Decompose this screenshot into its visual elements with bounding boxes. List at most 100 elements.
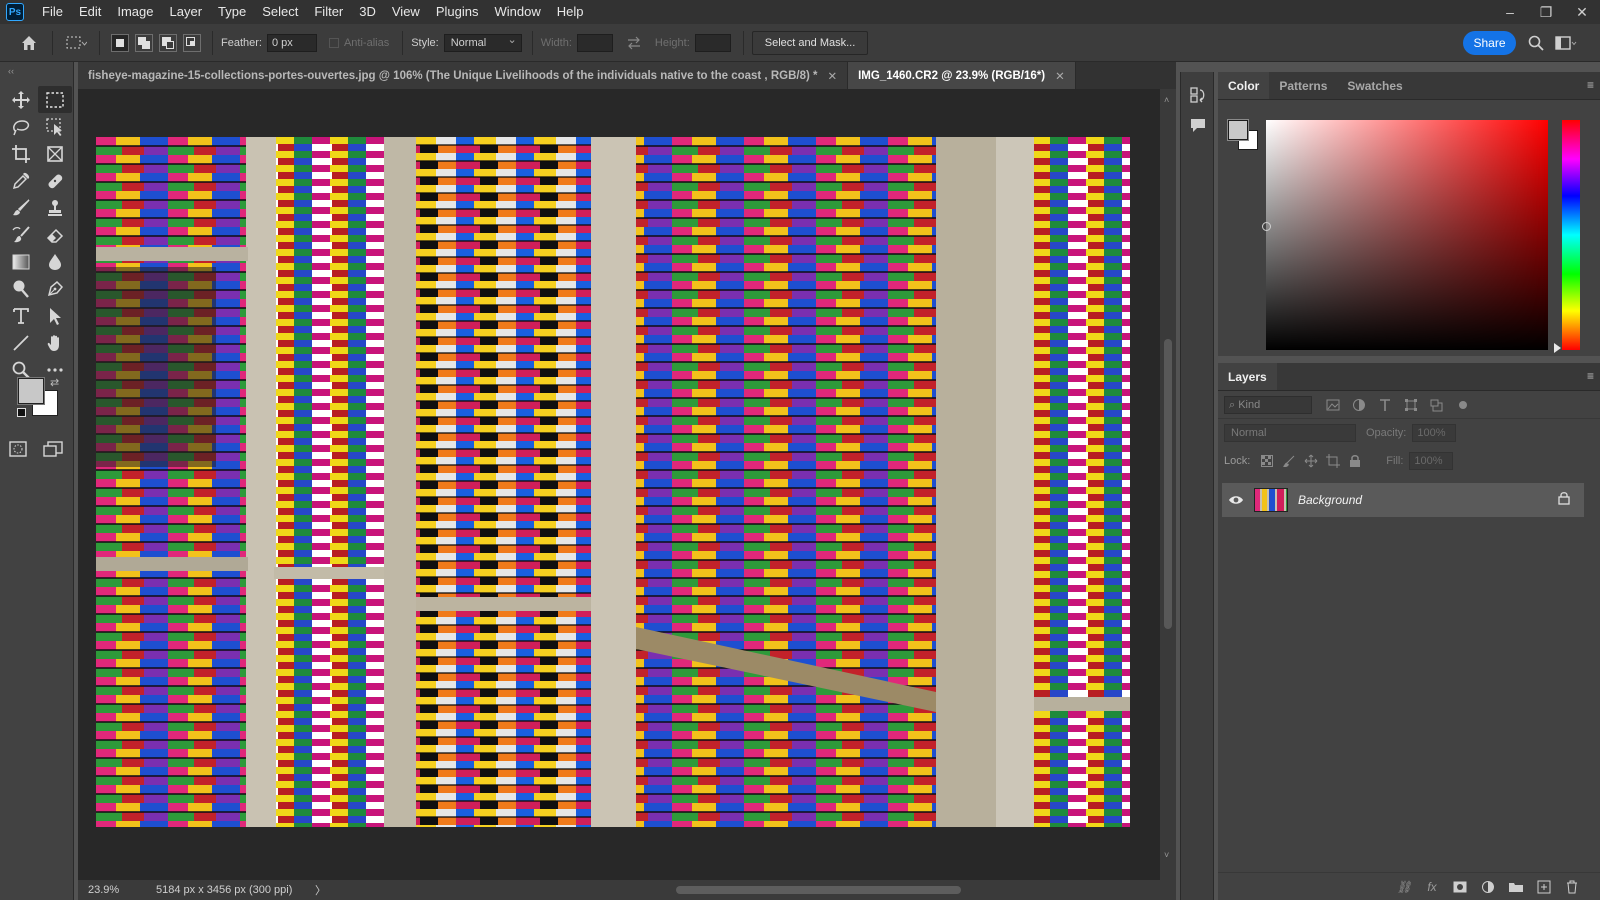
menu-file[interactable]: File xyxy=(34,0,71,24)
layer-name[interactable]: Background xyxy=(1298,493,1362,507)
minimize-button[interactable]: – xyxy=(1492,0,1528,24)
document-image[interactable] xyxy=(96,137,1130,827)
type-tool-icon[interactable] xyxy=(4,302,38,329)
gradient-tool-icon[interactable] xyxy=(4,248,38,275)
lock-image-pixels-icon[interactable] xyxy=(1278,451,1300,471)
path-selection-tool-icon[interactable] xyxy=(38,302,72,329)
tab-color[interactable]: Color xyxy=(1218,72,1270,99)
saturation-brightness-field[interactable] xyxy=(1262,120,1548,350)
menu-filter[interactable]: Filter xyxy=(306,0,351,24)
tab-img-1460[interactable]: IMG_1460.CR2 @ 23.9% (RGB/16*) ✕ xyxy=(848,62,1076,89)
menu-help[interactable]: Help xyxy=(549,0,592,24)
visibility-eye-icon[interactable] xyxy=(1222,494,1250,506)
line-tool-icon[interactable] xyxy=(4,329,38,356)
foreground-color-chip[interactable] xyxy=(1227,119,1249,141)
brush-tool-icon[interactable] xyxy=(4,194,38,221)
share-button[interactable]: Share xyxy=(1463,31,1516,55)
horizontal-scroll-thumb[interactable] xyxy=(676,886,961,894)
menu-type[interactable]: Type xyxy=(210,0,254,24)
eraser-tool-icon[interactable] xyxy=(38,221,72,248)
filter-toggle-icon[interactable] xyxy=(1450,394,1476,416)
menu-view[interactable]: View xyxy=(384,0,428,24)
tab-layers[interactable]: Layers xyxy=(1218,363,1277,390)
lock-position-icon[interactable] xyxy=(1300,451,1322,471)
new-selection-mode-icon[interactable] xyxy=(111,33,129,52)
tab-swatches[interactable]: Swatches xyxy=(1337,72,1412,99)
color-picker-cursor[interactable] xyxy=(1262,222,1271,231)
new-adjustment-layer-icon[interactable] xyxy=(1474,880,1502,894)
menu-window[interactable]: Window xyxy=(486,0,548,24)
anti-alias-checkbox[interactable] xyxy=(328,37,339,48)
frame-tool-icon[interactable] xyxy=(38,140,72,167)
width-input[interactable] xyxy=(576,33,613,52)
blend-mode-select[interactable]: Normal xyxy=(1224,424,1356,442)
close-tab-icon[interactable]: ✕ xyxy=(1055,69,1065,83)
hue-slider[interactable] xyxy=(1562,120,1580,350)
search-icon[interactable] xyxy=(1524,31,1548,55)
history-panel-icon[interactable] xyxy=(1181,80,1215,110)
subtract-from-selection-icon[interactable] xyxy=(159,33,177,52)
close-tab-icon[interactable]: ✕ xyxy=(827,69,837,83)
add-to-selection-icon[interactable] xyxy=(135,33,153,52)
filter-pixel-icon[interactable] xyxy=(1320,394,1346,416)
tab-fisheye-document[interactable]: fisheye-magazine-15-collections-portes-o… xyxy=(78,62,849,89)
foreground-color-swatch[interactable] xyxy=(17,377,45,405)
tab-patterns[interactable]: Patterns xyxy=(1269,72,1337,99)
menu-image[interactable]: Image xyxy=(109,0,161,24)
vertical-scrollbar[interactable]: ˄ ˅ xyxy=(1160,89,1176,880)
style-select[interactable]: Normal xyxy=(443,32,522,52)
history-brush-tool-icon[interactable] xyxy=(4,221,38,248)
scroll-down-icon[interactable]: ˅ xyxy=(1164,850,1169,860)
clone-stamp-tool-icon[interactable] xyxy=(38,194,72,221)
home-icon[interactable] xyxy=(14,28,44,58)
swap-colors-icon[interactable]: ⇄ xyxy=(50,376,59,389)
filter-kind-select[interactable]: ⌕ Kind xyxy=(1224,395,1312,414)
panel-menu-icon[interactable]: ≡ xyxy=(1587,369,1594,383)
canvas-area[interactable] xyxy=(78,89,1160,880)
fill-input[interactable]: 100% xyxy=(1409,452,1454,470)
feather-input[interactable]: 0 px xyxy=(266,33,317,52)
status-menu-arrow-icon[interactable]: 〉 xyxy=(315,882,326,898)
hue-slider-marker[interactable] xyxy=(1554,343,1561,353)
healing-brush-tool-icon[interactable] xyxy=(38,167,72,194)
eyedropper-tool-icon[interactable] xyxy=(4,167,38,194)
comments-panel-icon[interactable] xyxy=(1181,110,1215,140)
move-tool-icon[interactable] xyxy=(4,86,38,113)
menu-edit[interactable]: Edit xyxy=(71,0,109,24)
menu-3d[interactable]: 3D xyxy=(351,0,384,24)
lock-all-icon[interactable] xyxy=(1344,451,1366,471)
intersect-selection-icon[interactable] xyxy=(183,33,201,52)
lasso-tool-icon[interactable] xyxy=(4,113,38,140)
screen-mode-icon[interactable] xyxy=(42,440,64,461)
lock-transparent-pixels-icon[interactable] xyxy=(1256,451,1278,471)
restore-button[interactable]: ❐ xyxy=(1528,0,1564,24)
select-and-mask-button[interactable]: Select and Mask... xyxy=(751,30,869,55)
lock-artboard-icon[interactable] xyxy=(1322,451,1344,471)
workspace-switcher-icon[interactable] xyxy=(1554,31,1578,55)
vertical-scroll-thumb[interactable] xyxy=(1164,339,1172,629)
new-layer-icon[interactable] xyxy=(1530,880,1558,894)
default-colors-icon[interactable] xyxy=(17,408,26,417)
layer-lock-icon[interactable] xyxy=(1558,491,1570,508)
zoom-level[interactable]: 23.9% xyxy=(88,884,138,896)
link-layers-icon[interactable]: ⛓ xyxy=(1390,880,1418,894)
collapse-toolbar-icon[interactable]: ‹‹ xyxy=(8,66,14,76)
add-layer-style-icon[interactable]: fx xyxy=(1418,880,1446,894)
quick-mask-icon[interactable] xyxy=(8,440,28,461)
filter-shape-icon[interactable] xyxy=(1398,394,1424,416)
height-input[interactable] xyxy=(694,33,731,52)
layer-row[interactable]: Background xyxy=(1222,483,1584,517)
pen-tool-icon[interactable] xyxy=(38,275,72,302)
menu-plugins[interactable]: Plugins xyxy=(428,0,487,24)
hand-tool-icon[interactable] xyxy=(38,329,72,356)
horizontal-scrollbar[interactable] xyxy=(408,885,1228,895)
dodge-tool-icon[interactable] xyxy=(4,275,38,302)
rectangular-marquee-tool-icon[interactable] xyxy=(38,86,72,113)
menu-select[interactable]: Select xyxy=(254,0,306,24)
rectangular-marquee-preset-icon[interactable] xyxy=(61,28,91,58)
delete-layer-icon[interactable] xyxy=(1558,880,1586,894)
filter-type-icon[interactable] xyxy=(1372,394,1398,416)
add-mask-icon[interactable] xyxy=(1446,881,1474,893)
filter-smart-object-icon[interactable] xyxy=(1424,394,1450,416)
menu-layer[interactable]: Layer xyxy=(162,0,211,24)
